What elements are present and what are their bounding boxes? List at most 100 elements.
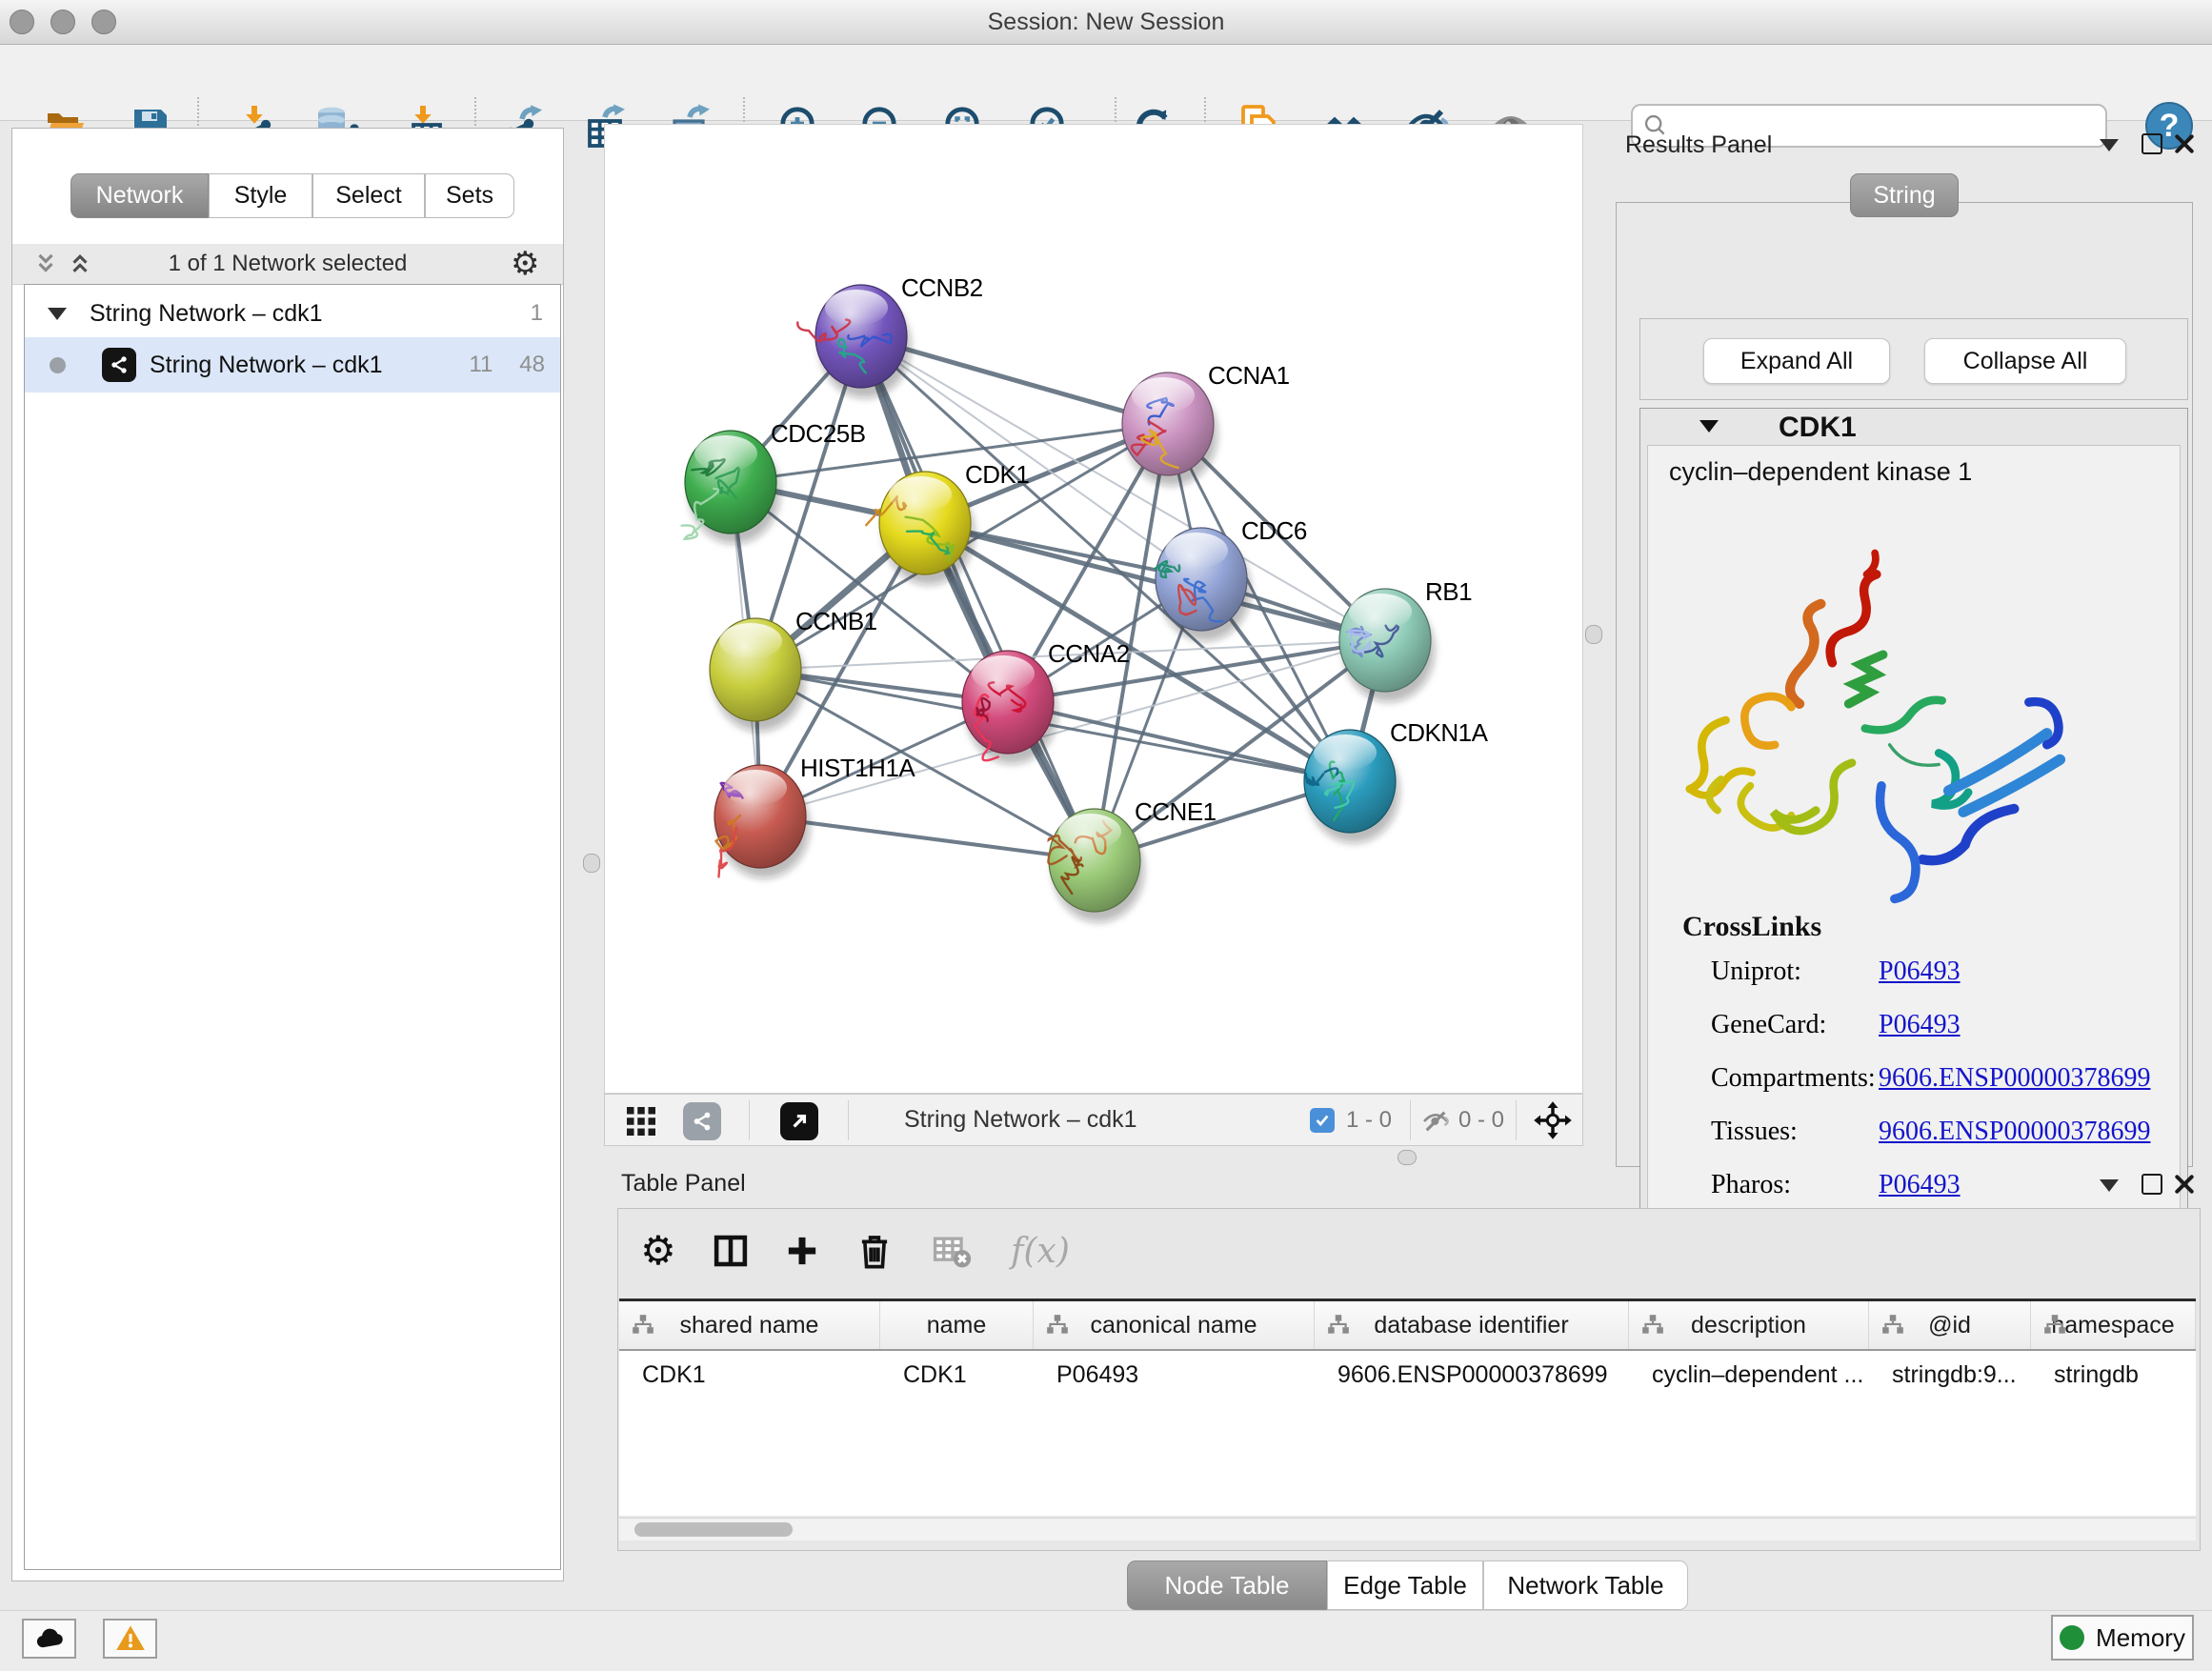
crosslink-link[interactable]: P06493 bbox=[1879, 1010, 1961, 1040]
tab-edge-table[interactable]: Edge Table bbox=[1327, 1560, 1483, 1610]
network-node-CCNB2[interactable] bbox=[797, 285, 911, 398]
window-minimize-button[interactable] bbox=[50, 10, 75, 34]
protein-structure-image bbox=[1677, 530, 2086, 911]
network-node-CDK1[interactable] bbox=[866, 472, 975, 585]
horizontal-scrollbar[interactable] bbox=[619, 1518, 2196, 1540]
network-node-RB1[interactable] bbox=[1339, 589, 1435, 702]
protein-section-header[interactable]: CDK1 bbox=[1640, 409, 2187, 445]
open-in-new-icon[interactable] bbox=[780, 1102, 818, 1140]
toolbar-separator bbox=[1516, 1100, 1517, 1140]
node-label-CCNB2: CCNB2 bbox=[901, 273, 983, 302]
table-panel-title: Table Panel bbox=[621, 1170, 746, 1198]
column-header-database-identifier[interactable]: database identifier bbox=[1315, 1301, 1629, 1349]
crosslink-label: Uniprot: bbox=[1711, 956, 1801, 987]
table-cell[interactable]: CDK1 bbox=[880, 1353, 1034, 1397]
network-row-selected[interactable]: String Network – cdk1 11 48 bbox=[25, 337, 560, 393]
network-node-CCNA1[interactable] bbox=[1122, 372, 1217, 486]
crosslink-link[interactable]: 9606.ENSP00000378699 bbox=[1879, 1117, 2150, 1147]
tab-node-table[interactable]: Node Table bbox=[1127, 1560, 1327, 1610]
pan-move-icon[interactable] bbox=[1533, 1100, 1573, 1145]
cloud-status-button[interactable] bbox=[22, 1619, 76, 1659]
tab-style[interactable]: Style bbox=[209, 173, 312, 218]
network-graph[interactable]: CCNB2CCNA1CDC25BCDK1CDC6RB1CCNB1CCNA2CDK… bbox=[605, 125, 1582, 1093]
table-row[interactable]: CDK1CDK1P064939606.ENSP00000378699cyclin… bbox=[619, 1353, 2196, 1397]
warning-status-button[interactable] bbox=[103, 1619, 157, 1659]
toolbar-separator bbox=[1410, 1100, 1411, 1140]
left-splitter-handle[interactable] bbox=[583, 854, 600, 873]
node-label-CCNB1: CCNB1 bbox=[795, 607, 877, 635]
tab-network-table[interactable]: Network Table bbox=[1483, 1560, 1688, 1610]
hidden-eye-slash-icon[interactable] bbox=[1420, 1106, 1451, 1141]
crosslink-link[interactable]: P06493 bbox=[1879, 1170, 1961, 1200]
expand-all-button[interactable]: Expand All bbox=[1703, 338, 1890, 384]
right-splitter-handle[interactable] bbox=[1585, 625, 1602, 644]
protein-section: CDK1 cyclin–dependent kinase 1 bbox=[1639, 408, 2188, 1234]
toolbar-separator bbox=[848, 1100, 849, 1140]
network-status-dot bbox=[50, 357, 66, 373]
tab-string[interactable]: String bbox=[1850, 173, 1959, 217]
table-cell[interactable]: cyclin–dependent ... bbox=[1629, 1353, 1869, 1397]
network-canvas[interactable]: CCNB2CCNA1CDC25BCDK1CDC6RB1CCNB1CCNA2CDK… bbox=[604, 124, 1583, 1094]
node-label-CCNA2: CCNA2 bbox=[1048, 639, 1130, 668]
table-cell[interactable]: stringdb bbox=[2031, 1353, 2196, 1397]
table-cell[interactable]: P06493 bbox=[1034, 1353, 1315, 1397]
expand-collapse-box: Expand All Collapse All bbox=[1639, 318, 2188, 400]
column-header-namespace[interactable]: namespace bbox=[2031, 1301, 2196, 1349]
window-zoom-button[interactable] bbox=[91, 10, 116, 34]
table-panel-float-icon[interactable] bbox=[2142, 1174, 2162, 1195]
column-header-description[interactable]: description bbox=[1629, 1301, 1869, 1349]
network-type-icon bbox=[102, 348, 136, 382]
table-options-gear-icon[interactable]: ⚙ bbox=[633, 1226, 683, 1276]
network-node-CDC25B[interactable] bbox=[682, 431, 780, 544]
window-title: Session: New Session bbox=[0, 0, 2212, 44]
column-header--id[interactable]: @id bbox=[1869, 1301, 2031, 1349]
node-label-CDC6: CDC6 bbox=[1241, 516, 1307, 545]
table-panel: ⚙ f(x) shared namenamecanonical namedata… bbox=[617, 1208, 2201, 1551]
delete-column-button[interactable] bbox=[850, 1226, 899, 1276]
table-cell[interactable]: CDK1 bbox=[619, 1353, 880, 1397]
table-header-row: shared namenamecanonical namedatabase id… bbox=[619, 1301, 2196, 1351]
network-share-icon[interactable] bbox=[683, 1102, 721, 1140]
network-node-HIST1H1A[interactable] bbox=[714, 765, 810, 878]
birdseye-grid-icon[interactable] bbox=[624, 1104, 658, 1143]
crosslinks-heading: CrossLinks bbox=[1682, 911, 1821, 943]
column-header-shared-name[interactable]: shared name bbox=[619, 1301, 880, 1349]
crosslink-link[interactable]: P06493 bbox=[1879, 956, 1961, 987]
table-cell[interactable]: stringdb:9... bbox=[1869, 1353, 2031, 1397]
delete-table-button[interactable] bbox=[927, 1226, 976, 1276]
network-node-CDKN1A[interactable] bbox=[1304, 730, 1399, 843]
network-edge-count: 48 bbox=[519, 352, 545, 378]
selected-checkbox[interactable] bbox=[1310, 1108, 1335, 1133]
network-view-title: String Network – cdk1 bbox=[904, 1106, 1137, 1134]
section-collapse-icon[interactable] bbox=[1699, 420, 1719, 433]
network-node-CCNA2[interactable] bbox=[962, 651, 1057, 764]
collection-collapse-icon[interactable] bbox=[48, 308, 67, 320]
network-edge-HIST1H1A-CCNE1[interactable] bbox=[760, 816, 1095, 860]
column-header-canonical-name[interactable]: canonical name bbox=[1034, 1301, 1315, 1349]
bottom-splitter-handle[interactable] bbox=[1398, 1150, 1417, 1165]
add-column-button[interactable] bbox=[777, 1226, 827, 1276]
network-node-CDC6[interactable] bbox=[1155, 528, 1251, 641]
column-header-name[interactable]: name bbox=[880, 1301, 1034, 1349]
network-options-gear-icon[interactable]: ⚙ bbox=[511, 248, 539, 280]
table-panel-menu-icon[interactable] bbox=[2100, 1179, 2119, 1192]
scrollbar-thumb[interactable] bbox=[634, 1522, 793, 1537]
tab-network[interactable]: Network bbox=[70, 173, 209, 218]
memory-button[interactable]: Memory bbox=[2051, 1615, 2194, 1661]
crosslink-link[interactable]: 9606.ENSP00000378699 bbox=[1879, 1063, 2150, 1094]
toolbar-separator bbox=[749, 1100, 750, 1140]
network-node-CCNE1[interactable] bbox=[1048, 809, 1144, 922]
protein-name: CDK1 bbox=[1779, 412, 1857, 444]
crosslink-row: Compartments: 9606.ENSP00000378699 bbox=[1648, 1063, 2180, 1101]
window-close-button[interactable] bbox=[10, 10, 34, 34]
function-builder-button[interactable]: f(x) bbox=[997, 1226, 1083, 1276]
node-label-CDC25B: CDC25B bbox=[771, 419, 866, 448]
collapse-all-button[interactable]: Collapse All bbox=[1924, 338, 2126, 384]
table-cell[interactable]: 9606.ENSP00000378699 bbox=[1315, 1353, 1629, 1397]
network-collection-row[interactable]: String Network – cdk1 1 bbox=[25, 290, 560, 337]
show-columns-button[interactable] bbox=[706, 1226, 755, 1276]
tab-sets[interactable]: Sets bbox=[425, 173, 514, 218]
node-label-CDKN1A: CDKN1A bbox=[1390, 718, 1489, 747]
tab-select[interactable]: Select bbox=[312, 173, 425, 218]
table-panel-close-icon[interactable] bbox=[2174, 1174, 2195, 1199]
